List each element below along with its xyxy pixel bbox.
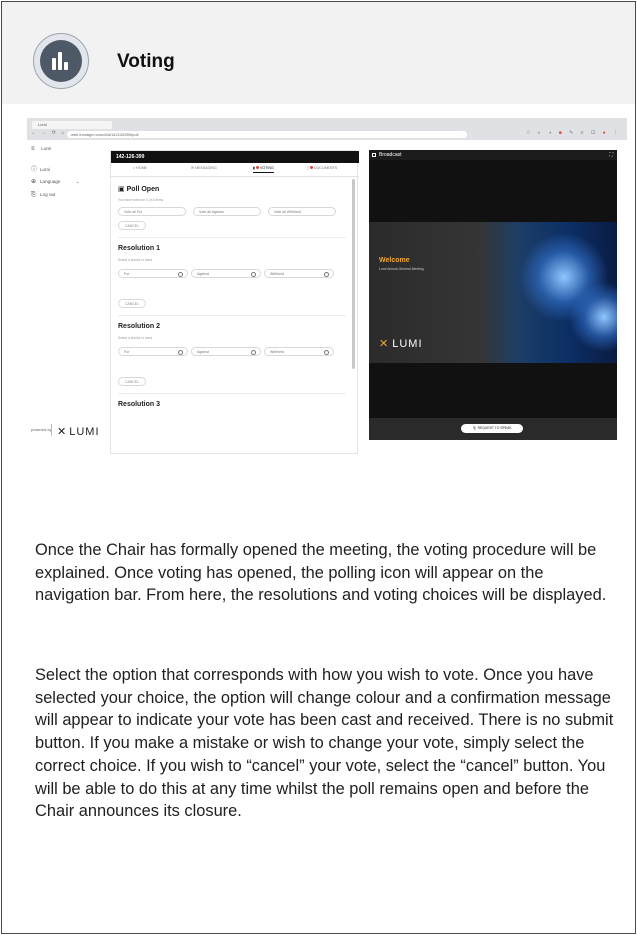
broadcast-icon bbox=[372, 153, 376, 157]
divider bbox=[118, 393, 346, 394]
voting-card: Voting Lumi ← → ⟳ ⌂ web.lumiagm.com/#/a/… bbox=[1, 1, 636, 934]
body-paragraph-2: Select the option that corresponds with … bbox=[35, 666, 614, 821]
resolution-3-title: Resolution 3 bbox=[118, 401, 161, 408]
sidebar-menu[interactable]: ≡ Lumi bbox=[31, 146, 51, 152]
globe-icon: ⊕ bbox=[31, 179, 37, 185]
tab-voting[interactable]: ▮ VOTING bbox=[253, 166, 274, 173]
alert-dot bbox=[309, 166, 313, 169]
voting-panel: 142-126-399 ⌂ HOME ✉ MESSAGING ▮ VOTING … bbox=[110, 150, 359, 454]
chevron-down-icon: ⌄ bbox=[75, 179, 80, 184]
res2-against-option[interactable]: Against bbox=[191, 347, 261, 356]
radio-icon[interactable] bbox=[178, 272, 183, 277]
res2-for-option[interactable]: For bbox=[118, 347, 188, 356]
tab-documents[interactable]: ▯ DOCUMENTS bbox=[307, 166, 337, 170]
vote-all-for-button[interactable]: Vote all For bbox=[118, 207, 186, 216]
lumi-screenshot: Lumi ← → ⟳ ⌂ web.lumiagm.com/#/a/1421263… bbox=[27, 118, 627, 454]
sidebar-item-label: Log out bbox=[40, 192, 56, 197]
alert-dot bbox=[255, 166, 259, 169]
lumi-x-icon: ✕ bbox=[57, 426, 68, 438]
browser-tab[interactable]: Lumi bbox=[32, 121, 112, 129]
scrollbar[interactable] bbox=[352, 179, 355, 369]
tab-messaging[interactable]: ✉ MESSAGING bbox=[191, 166, 217, 170]
lumi-logo: ✕ LUMI bbox=[57, 426, 100, 438]
broadcast-panel: Broadcast ⛶ Welcome Lumi Annual General M… bbox=[369, 150, 617, 440]
res1-against-option[interactable]: Against bbox=[191, 269, 261, 278]
res1-withheld-option[interactable]: Withheld bbox=[264, 269, 334, 278]
sidebar-item-lumi[interactable]: ⓘ Lumi bbox=[31, 164, 50, 173]
radio-icon[interactable] bbox=[251, 350, 256, 355]
poll-chart-icon bbox=[40, 40, 82, 82]
request-to-speak-button[interactable]: 🎙 REQUEST TO SPEAK bbox=[461, 424, 523, 433]
video-lumi-logo: ✕ LUMI bbox=[379, 338, 423, 350]
sidebar-item-logout[interactable]: ⎘ Log out bbox=[31, 192, 55, 199]
info-icon: ⓘ bbox=[31, 167, 38, 173]
page-title: Voting bbox=[117, 51, 175, 72]
radio-icon[interactable] bbox=[324, 272, 329, 277]
powered-by: powered by bbox=[31, 427, 52, 432]
url-bar[interactable]: web.lumiagm.com/#/a/142126399/poll bbox=[67, 131, 467, 138]
select-hint: Select a choice to send. bbox=[118, 258, 154, 262]
panel-tabs: ⌂ HOME ✉ MESSAGING ▮ VOTING ▯ DOCUMENTS bbox=[111, 163, 359, 177]
broadcast-footer: 🎙 REQUEST TO SPEAK bbox=[369, 418, 617, 440]
divider bbox=[118, 237, 346, 238]
poll-title: ▣ Poll Open bbox=[118, 186, 160, 193]
lumi-x-icon: ✕ bbox=[379, 338, 390, 350]
select-hint: Select a choice to send. bbox=[118, 336, 154, 340]
broadcast-video[interactable]: Welcome Lumi Annual General Meeting ✕ LUM… bbox=[369, 222, 617, 363]
broadcast-header: Broadcast ⛶ bbox=[369, 150, 617, 160]
cancel-button[interactable]: CANCEL bbox=[118, 377, 146, 386]
sidebar-item-label: Language bbox=[40, 179, 61, 184]
video-welcome: Welcome bbox=[379, 257, 410, 264]
poll-subtitle: You have voted on 0 of 3 items bbox=[118, 198, 164, 202]
lumi-sidebar: ≡ Lumi ⓘ Lumi ⊕ Language ⌄ ⎘ Log out powere… bbox=[27, 140, 107, 454]
tab-home[interactable]: ⌂ HOME bbox=[133, 166, 147, 170]
radio-icon[interactable] bbox=[324, 350, 329, 355]
meeting-id: 142-126-399 bbox=[111, 151, 359, 163]
video-welcome-sub: Lumi Annual General Meeting bbox=[379, 267, 424, 271]
resolution-1-title: Resolution 1 bbox=[118, 245, 161, 252]
res1-for-option[interactable]: For bbox=[118, 269, 188, 278]
sidebar-item-label: Lumi bbox=[40, 167, 50, 172]
logout-icon: ⎘ bbox=[31, 192, 36, 198]
radio-icon[interactable] bbox=[178, 350, 183, 355]
card-header: Voting bbox=[2, 2, 635, 104]
cancel-button[interactable]: CANCEL bbox=[118, 299, 146, 308]
expand-icon[interactable]: ⛶ bbox=[609, 150, 613, 160]
divider bbox=[51, 424, 52, 436]
meeting-label: Lumi bbox=[41, 146, 52, 151]
vote-all-withheld-button[interactable]: Vote all Withheld bbox=[268, 207, 336, 216]
browser-chrome: Lumi ← → ⟳ ⌂ web.lumiagm.com/#/a/1421263… bbox=[27, 118, 627, 140]
resolution-2-title: Resolution 2 bbox=[118, 323, 161, 330]
extension-icons[interactable]: ☆ ◐ ◑ ■ ✎ ≡ ⊡ ● ⋮ bbox=[526, 130, 621, 136]
cancel-button[interactable]: CANCEL bbox=[118, 221, 146, 230]
browser-nav-icons[interactable]: ← → ⟳ ⌂ bbox=[31, 130, 66, 136]
res2-withheld-option[interactable]: Withheld bbox=[264, 347, 334, 356]
poll-badge bbox=[33, 33, 89, 89]
vote-all-against-button[interactable]: Vote all Against bbox=[193, 207, 261, 216]
sidebar-item-language[interactable]: ⊕ Language ⌄ bbox=[31, 178, 80, 185]
divider bbox=[118, 315, 346, 316]
menu-icon[interactable]: ≡ bbox=[31, 146, 40, 152]
body-paragraph-1: Once the Chair has formally opened the m… bbox=[35, 541, 607, 605]
radio-icon[interactable] bbox=[251, 272, 256, 277]
